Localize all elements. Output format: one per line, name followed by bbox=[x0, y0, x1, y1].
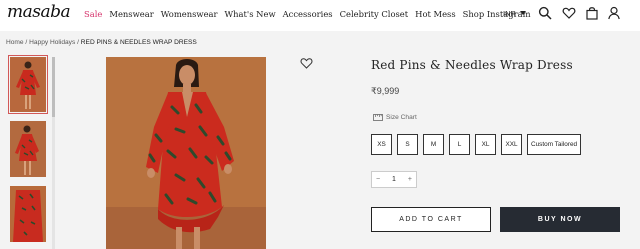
currency-selector[interactable]: INR bbox=[503, 9, 526, 18]
thumbnail-1[interactable] bbox=[8, 55, 48, 114]
dress-photo-thumbnail bbox=[10, 57, 46, 112]
add-to-cart-button[interactable]: ADD TO CART bbox=[371, 207, 491, 232]
size-option-l[interactable]: L bbox=[449, 134, 470, 155]
nav-item-accessories[interactable]: Accessories bbox=[283, 9, 333, 19]
size-options: XS S M L XL XXL Custom Tailored bbox=[371, 134, 586, 155]
size-chart-label: Size Chart bbox=[386, 114, 417, 121]
site-header: masaba Sale Menswear Womenswear What's N… bbox=[0, 0, 640, 30]
search-icon[interactable] bbox=[538, 6, 552, 20]
dress-photo-thumbnail bbox=[10, 186, 46, 242]
quantity-value[interactable]: 1 bbox=[392, 176, 396, 183]
nav-item-sale[interactable]: Sale bbox=[84, 9, 102, 19]
size-option-xl[interactable]: XL bbox=[475, 134, 496, 155]
product-price: ₹9,999 bbox=[371, 86, 400, 96]
breadcrumb-category[interactable]: Happy Holidays bbox=[29, 39, 75, 46]
breadcrumb: Home / Happy Holidays / RED PINS & NEEDL… bbox=[6, 39, 197, 46]
logo-text: masaba bbox=[7, 2, 71, 22]
dress-photo-thumbnail bbox=[10, 121, 46, 177]
thumbnail-2[interactable] bbox=[10, 121, 46, 177]
brand-logo[interactable]: masaba bbox=[7, 2, 71, 22]
size-option-xs[interactable]: XS bbox=[371, 134, 392, 155]
buy-now-button[interactable]: BUY NOW bbox=[500, 207, 620, 232]
bag-icon[interactable] bbox=[585, 6, 599, 20]
nav-item-menswear[interactable]: Menswear bbox=[109, 9, 153, 19]
quantity-decrease-button[interactable]: − bbox=[376, 176, 380, 183]
thumbnail-3[interactable] bbox=[10, 186, 46, 242]
size-option-custom-tailored[interactable]: Custom Tailored bbox=[527, 134, 582, 155]
nav-item-celebrity-closet[interactable]: Celebrity Closet bbox=[340, 9, 409, 19]
scrollbar-thumb[interactable] bbox=[52, 57, 55, 117]
wishlist-heart-icon[interactable] bbox=[300, 57, 313, 69]
size-chart-link[interactable]: Size Chart bbox=[373, 114, 417, 121]
size-option-xxl[interactable]: XXL bbox=[501, 134, 522, 155]
heart-icon[interactable] bbox=[562, 6, 576, 20]
quantity-increase-button[interactable]: + bbox=[408, 176, 412, 183]
size-option-s[interactable]: S bbox=[397, 134, 418, 155]
nav-item-hot-mess[interactable]: Hot Mess bbox=[415, 9, 456, 19]
breadcrumb-home[interactable]: Home bbox=[6, 39, 24, 46]
thumbnail-scrollbar[interactable] bbox=[52, 57, 55, 249]
product-main-image[interactable] bbox=[106, 57, 266, 249]
size-option-m[interactable]: M bbox=[423, 134, 444, 155]
nav-item-womenswear[interactable]: Womenswear bbox=[161, 9, 218, 19]
nav-item-whats-new[interactable]: What's New bbox=[225, 9, 276, 19]
ruler-icon bbox=[373, 114, 383, 121]
product-title: Red Pins & Needles Wrap Dress bbox=[371, 58, 573, 72]
dress-photo bbox=[106, 57, 266, 249]
user-icon[interactable] bbox=[607, 6, 621, 20]
main-nav: Sale Menswear Womenswear What's New Acce… bbox=[84, 9, 538, 19]
breadcrumb-current: RED PINS & NEEDLES WRAP DRESS bbox=[80, 39, 197, 46]
currency-label: INR bbox=[503, 9, 516, 18]
caret-down-icon bbox=[519, 11, 526, 15]
quantity-stepper: − 1 + bbox=[371, 171, 417, 188]
